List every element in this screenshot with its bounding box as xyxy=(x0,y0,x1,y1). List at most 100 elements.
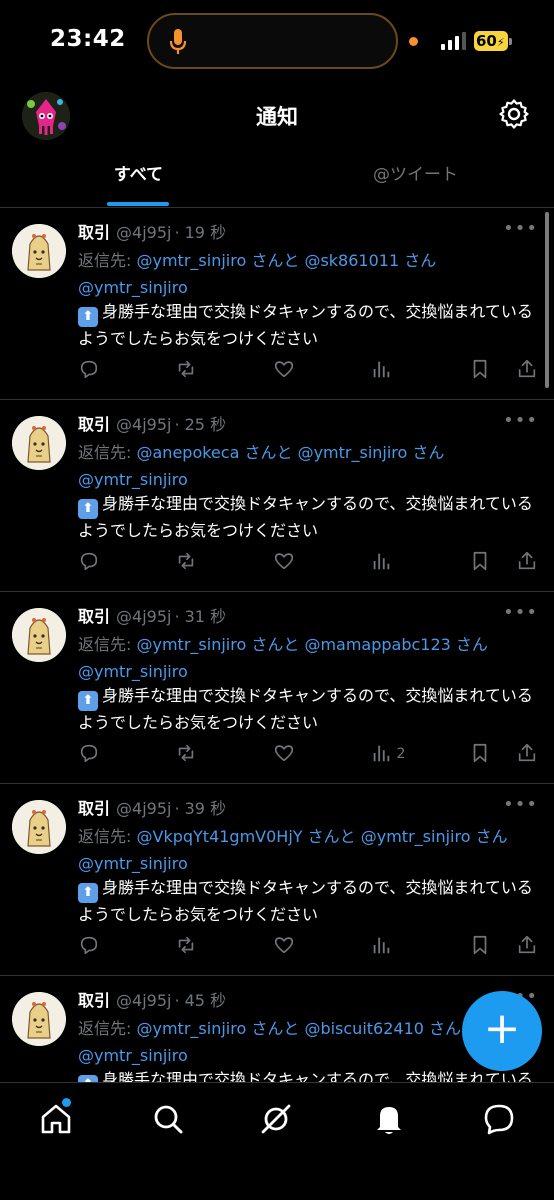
reply-icon[interactable] xyxy=(78,934,100,958)
views-button[interactable] xyxy=(370,934,392,958)
retweet-icon[interactable] xyxy=(175,550,197,574)
user-name[interactable]: 取引 xyxy=(78,223,110,242)
reply-suffix: さん xyxy=(404,251,437,270)
reply-mention[interactable]: @sk861011 xyxy=(304,251,399,270)
status-bar: 23:42 60⚡ xyxy=(0,0,554,84)
reply-connector: さんと xyxy=(307,827,356,846)
body-mention[interactable]: @ymtr_sinjiro xyxy=(78,276,540,300)
more-options-icon[interactable]: ••• xyxy=(503,410,538,431)
fried-shrimp-avatar-icon xyxy=(12,416,66,470)
tab-mentions[interactable]: @ツイート xyxy=(277,150,554,207)
status-time: 23:42 xyxy=(50,26,126,52)
views-button[interactable]: 2 xyxy=(370,742,405,766)
reply-connector: さんと xyxy=(251,635,300,654)
reply-mention[interactable]: @anepokeca xyxy=(137,443,240,462)
user-name[interactable]: 取引 xyxy=(78,415,110,434)
user-avatar[interactable] xyxy=(12,992,66,1046)
body-mention[interactable]: @ymtr_sinjiro xyxy=(78,660,540,684)
reply-mention[interactable]: @VkpqYt41gmV0HjY xyxy=(137,827,303,846)
reply-suffix: さん xyxy=(455,635,488,654)
body-mention[interactable]: @ymtr_sinjiro xyxy=(78,852,540,876)
notification-feed[interactable]: 取引 @4j95j · 19 秒 ••• 返信先: @ymtr_sinjiro さんと … xyxy=(0,208,554,1082)
tweet-item[interactable]: 取引 @4j95j · 31 秒 ••• 返信先: @ymtr_sinjiro さんと … xyxy=(0,592,554,784)
user-avatar[interactable] xyxy=(12,800,66,854)
reply-icon[interactable] xyxy=(78,550,100,574)
tweet-time: · 45 秒 xyxy=(174,991,227,1010)
bookmark-icon[interactable] xyxy=(469,550,491,574)
messages-icon[interactable] xyxy=(481,1101,517,1137)
up-arrow-icon: ⬆ xyxy=(78,1075,98,1082)
notifications-icon[interactable] xyxy=(371,1101,407,1137)
reply-icon[interactable] xyxy=(78,742,100,766)
reply-connector: さんと xyxy=(251,251,300,270)
reply-mention[interactable]: @mamappabc123 xyxy=(304,635,450,654)
more-options-icon[interactable]: ••• xyxy=(503,794,538,815)
user-name[interactable]: 取引 xyxy=(78,607,110,626)
header: 通知 xyxy=(0,84,554,146)
user-avatar[interactable] xyxy=(12,224,66,278)
share-icon[interactable] xyxy=(516,358,538,382)
retweet-icon[interactable] xyxy=(175,742,197,766)
more-options-icon[interactable]: ••• xyxy=(503,218,538,239)
user-avatar[interactable] xyxy=(12,416,66,470)
reply-to-line: 返信先: @ymtr_sinjiro さんと @mamappabc123 さん xyxy=(78,631,488,655)
compose-tweet-button[interactable]: + xyxy=(462,991,542,1071)
tweet-time: · 25 秒 xyxy=(174,415,227,434)
reply-mention[interactable]: @ymtr_sinjiro xyxy=(137,251,247,270)
privacy-indicator-dot xyxy=(409,37,418,46)
tweet-actions xyxy=(78,550,548,574)
reply-mention[interactable]: @ymtr_sinjiro xyxy=(137,1019,247,1038)
reply-suffix: さん xyxy=(429,1019,462,1038)
tweet-text: @ymtr_sinjiro ⬆身勝手な理由で交換ドタキャンするので、交換悩まれてい… xyxy=(78,660,540,735)
like-icon[interactable] xyxy=(273,742,295,766)
reply-mention[interactable]: @ymtr_sinjiro xyxy=(361,827,471,846)
bookmark-icon[interactable] xyxy=(469,934,491,958)
tweet-text: @ymtr_sinjiro ⬆身勝手な理由で交換ドタキャンするので、交換悩まれてい… xyxy=(78,276,540,351)
views-icon xyxy=(370,745,392,762)
spaces-icon[interactable] xyxy=(258,1101,294,1137)
tweet-item[interactable]: 取引 @4j95j · 19 秒 ••• 返信先: @ymtr_sinjiro さんと … xyxy=(0,208,554,400)
tweet-time: · 19 秒 xyxy=(174,223,227,242)
tweet-header: 取引 @4j95j · 31 秒 xyxy=(78,603,226,627)
scrollbar[interactable] xyxy=(545,212,549,388)
share-icon[interactable] xyxy=(516,934,538,958)
notification-tabs: すべて @ツイート xyxy=(0,150,554,208)
reply-mention[interactable]: @ymtr_sinjiro xyxy=(137,635,247,654)
tweet-body-text: 身勝手な理由で交換ドタキャンするので、交換悩まれているようでしたらお気をつけくだ… xyxy=(78,686,533,732)
tweet-body-text: 身勝手な理由で交換ドタキャンするので、交換悩まれているようでしたらお気をつけくだ… xyxy=(78,302,533,348)
reply-to-line: 返信先: @VkpqYt41gmV0HjY さんと @ymtr_sinjiro … xyxy=(78,823,508,847)
share-icon[interactable] xyxy=(516,550,538,574)
body-mention[interactable]: @ymtr_sinjiro xyxy=(78,468,540,492)
views-icon xyxy=(370,361,392,378)
like-icon[interactable] xyxy=(273,550,295,574)
views-button[interactable] xyxy=(370,358,392,382)
tweet-item[interactable]: 取引 @4j95j · 25 秒 ••• 返信先: @anepokeca さんと @ym… xyxy=(0,400,554,592)
share-icon[interactable] xyxy=(516,742,538,766)
tab-all[interactable]: すべて xyxy=(0,150,277,207)
gear-icon[interactable] xyxy=(498,98,530,130)
cellular-signal-icon xyxy=(441,32,466,50)
tweet-item[interactable]: 取引 @4j95j · 39 秒 ••• 返信先: @VkpqYt41gmV0HjY さ… xyxy=(0,784,554,976)
views-button[interactable] xyxy=(370,550,392,574)
fried-shrimp-avatar-icon xyxy=(12,800,66,854)
page-title: 通知 xyxy=(256,105,298,129)
user-avatar[interactable] xyxy=(12,608,66,662)
bookmark-icon[interactable] xyxy=(469,742,491,766)
tweet-actions xyxy=(78,358,548,382)
user-handle: @4j95j xyxy=(116,607,172,626)
tweet-time: · 39 秒 xyxy=(174,799,227,818)
reply-mention[interactable]: @ymtr_sinjiro xyxy=(298,443,408,462)
reply-prefix: 返信先: xyxy=(78,827,132,846)
user-name[interactable]: 取引 xyxy=(78,799,110,818)
more-options-icon[interactable]: ••• xyxy=(503,602,538,623)
reply-icon[interactable] xyxy=(78,358,100,382)
retweet-icon[interactable] xyxy=(175,358,197,382)
bookmark-icon[interactable] xyxy=(469,358,491,382)
like-icon[interactable] xyxy=(273,358,295,382)
reply-mention[interactable]: @biscuit62410 xyxy=(304,1019,424,1038)
search-icon[interactable] xyxy=(150,1101,186,1137)
reply-to-line: 返信先: @ymtr_sinjiro さんと @biscuit62410 さん xyxy=(78,1015,461,1039)
like-icon[interactable] xyxy=(273,934,295,958)
retweet-icon[interactable] xyxy=(175,934,197,958)
user-name[interactable]: 取引 xyxy=(78,991,110,1010)
